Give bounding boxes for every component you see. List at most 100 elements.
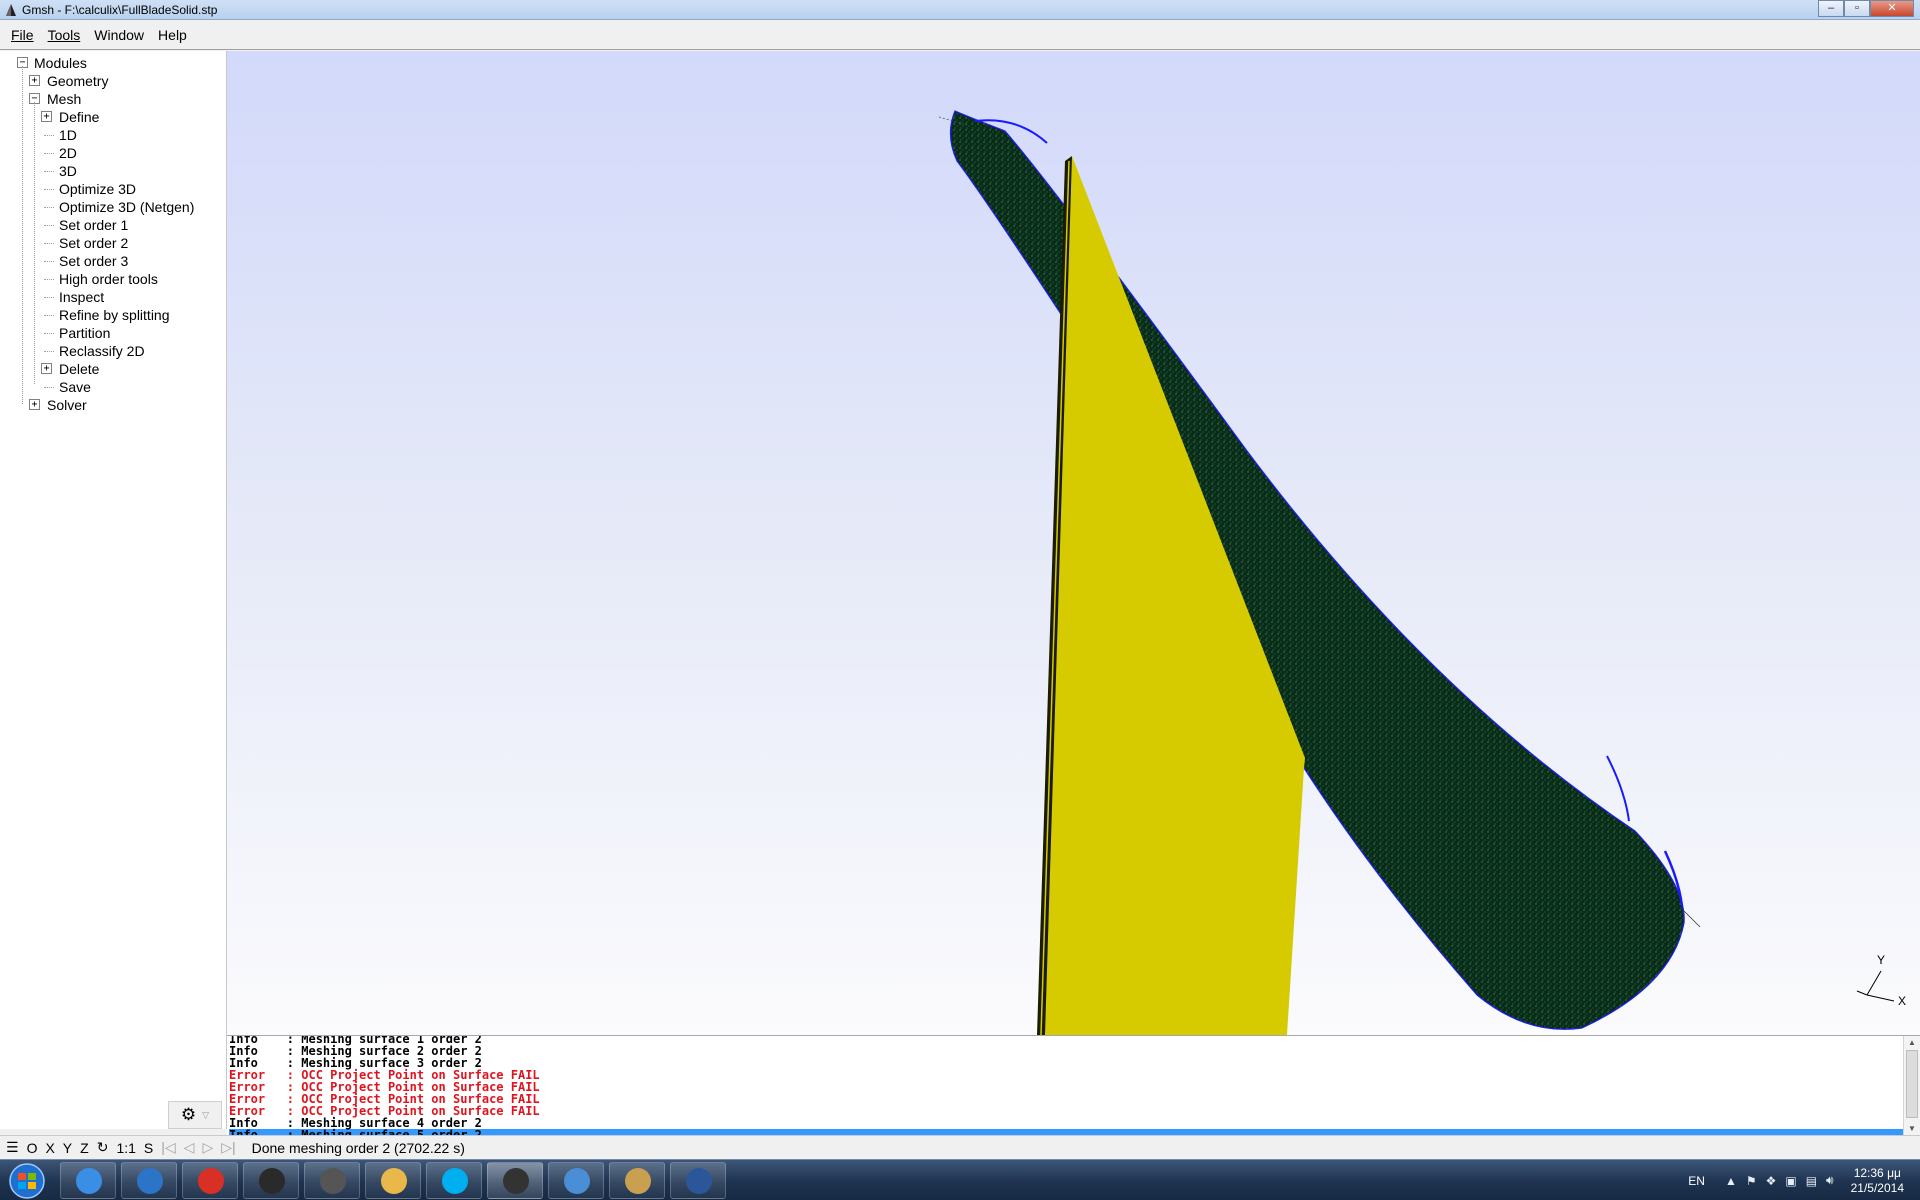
view-o-button[interactable]: O: [25, 1140, 40, 1156]
google-earth-icon: [137, 1168, 163, 1194]
taskbar-archimedes-button[interactable]: [243, 1162, 299, 1199]
chrome-icon: [198, 1168, 224, 1194]
tree-item-label: 2D: [59, 145, 77, 161]
tree-item-label: Define: [59, 109, 100, 125]
close-button[interactable]: ✕: [1870, 0, 1914, 17]
taskbar: EN ▲ ⚑ ❖ ▣ ▤ 🔊︎ 12:36 μμ 21/5/2014: [0, 1159, 1920, 1200]
minimize-button[interactable]: –: [1818, 0, 1844, 17]
tray-expand-icon[interactable]: ▲: [1725, 1174, 1737, 1188]
first-step-button[interactable]: |◁: [159, 1139, 177, 1156]
tree-item-label: Set order 2: [59, 235, 129, 251]
menu-window[interactable]: Window: [87, 27, 151, 43]
clock[interactable]: 12:36 μμ 21/5/2014: [1851, 1166, 1904, 1196]
chevron-down-icon: ▽: [202, 1109, 210, 1120]
console-info-line[interactable]: Info : Meshing surface 2 order 2: [229, 1045, 1909, 1057]
console-info-line[interactable]: Info : Meshing surface 3 order 2: [229, 1057, 1909, 1069]
window-title: Gmsh - F:\calculix\FullBladeSolid.stp: [22, 3, 218, 17]
taskbar-google-earth-button[interactable]: [121, 1162, 177, 1199]
tree-connector: [44, 351, 54, 352]
message-console[interactable]: Info : Meshing surface 5 order 2 Info : M…: [227, 1035, 1920, 1135]
tree-item-label: Set order 1: [59, 217, 129, 233]
dropbox-icon[interactable]: ❖: [1766, 1174, 1777, 1188]
blade-render: Y X: [938, 110, 1906, 1035]
axis-x-label: X: [1898, 994, 1906, 1008]
tree-item-label: Partition: [59, 325, 111, 341]
tree-item-label: Inspect: [59, 289, 105, 305]
tree-item-modules[interactable]: − Modules: [0, 54, 226, 72]
console-info-line[interactable]: Info : Meshing surface 1 order 2: [229, 1036, 1909, 1045]
expand-icon[interactable]: +: [41, 363, 52, 374]
taskbar-skype-button[interactable]: [426, 1162, 482, 1199]
view-y-button[interactable]: Y: [61, 1140, 74, 1156]
console-info-line[interactable]: Info : Meshing surface 4 order 2: [229, 1117, 1909, 1129]
tree-item-label: Set order 3: [59, 253, 129, 269]
expand-icon[interactable]: +: [29, 399, 40, 410]
flag-icon[interactable]: ⚑: [1746, 1174, 1757, 1188]
taskbar-explorer-globe-button[interactable]: [60, 1162, 116, 1199]
tree-item-label: Mesh: [47, 91, 82, 107]
paint-icon: [625, 1168, 651, 1194]
language-indicator[interactable]: EN: [1688, 1174, 1705, 1188]
console-error-line[interactable]: Error : OCC Project Point on Surface FAI…: [229, 1105, 1909, 1117]
menu-file[interactable]: File: [4, 27, 41, 43]
archimedes-icon: [259, 1168, 285, 1194]
tree-connector: [44, 189, 54, 190]
taskbar-gmsh-button[interactable]: [487, 1162, 543, 1199]
tree-item-label: Modules: [34, 55, 87, 71]
volume-icon[interactable]: 🔊︎: [1826, 1173, 1834, 1188]
console-error-line[interactable]: Error : OCC Project Point on Surface FAI…: [229, 1081, 1909, 1093]
console-error-line[interactable]: Error : OCC Project Point on Surface FAI…: [229, 1069, 1909, 1081]
taskbar-word-button[interactable]: [670, 1162, 726, 1199]
tree-item-label: Save: [59, 379, 91, 395]
expand-icon[interactable]: +: [41, 111, 52, 122]
menu-help[interactable]: Help: [151, 27, 194, 43]
network-icon[interactable]: ▤: [1806, 1174, 1817, 1188]
taskbar-chrome-button[interactable]: [182, 1162, 238, 1199]
console-error-line[interactable]: Error : OCC Project Point on Surface FAI…: [229, 1093, 1909, 1105]
graphic-viewport[interactable]: Y X: [227, 51, 1920, 1035]
gmsh-icon: [503, 1168, 529, 1194]
tree-connector: [44, 153, 54, 154]
tree-item-label: 1D: [59, 127, 77, 143]
tree-connector: [44, 297, 54, 298]
axes-triad: Y X: [1856, 953, 1906, 1008]
next-step-button[interactable]: ▷: [200, 1139, 215, 1156]
rotate-icon[interactable]: ↻: [95, 1139, 111, 1156]
tree-connector: [44, 387, 54, 388]
menu-tools[interactable]: Tools: [41, 27, 88, 43]
taskbar-sphere-button[interactable]: [304, 1162, 360, 1199]
view-z-button[interactable]: Z: [78, 1140, 91, 1156]
tree-item-solver[interactable]: + Solver: [0, 396, 226, 414]
file-explorer-icon: [381, 1168, 407, 1194]
scale-button[interactable]: 1:1: [114, 1140, 137, 1156]
tree-item-geometry[interactable]: + Geometry: [0, 72, 226, 90]
tree-connector: [44, 135, 54, 136]
tree-item-label: Delete: [59, 361, 100, 377]
tree-connector: [44, 279, 54, 280]
photo-viewer-icon: [564, 1168, 590, 1194]
explorer-globe-icon: [76, 1168, 102, 1194]
tree-guide: [34, 102, 35, 384]
tree-connector: [44, 243, 54, 244]
gmsh-app-icon: [6, 4, 16, 16]
tree-item-label: Optimize 3D: [59, 181, 137, 197]
taskbar-photo-viewer-button[interactable]: [548, 1162, 604, 1199]
taskbar-file-explorer-button[interactable]: [365, 1162, 421, 1199]
start-button[interactable]: [4, 1162, 50, 1200]
view-x-button[interactable]: X: [43, 1140, 56, 1156]
maximize-button[interactable]: ▫: [1844, 0, 1870, 17]
window-controls: – ▫ ✕: [1818, 0, 1914, 17]
menu-toggle-button[interactable]: ☰: [4, 1139, 21, 1156]
tree-item-label: Geometry: [47, 73, 109, 89]
tree-connector: [44, 171, 54, 172]
prev-step-button[interactable]: ◁: [182, 1139, 197, 1156]
safely-remove-icon[interactable]: ▣: [1785, 1174, 1796, 1188]
expand-icon[interactable]: +: [29, 75, 40, 86]
taskbar-paint-button[interactable]: [609, 1162, 665, 1199]
tree-item-label: 3D: [59, 163, 77, 179]
last-step-button[interactable]: ▷|: [219, 1139, 237, 1156]
console-scrollbar[interactable]: ▲ ▼: [1903, 1036, 1920, 1135]
message-options-button[interactable]: ⚙ ▽: [168, 1101, 222, 1129]
select-s-button[interactable]: S: [142, 1140, 155, 1156]
tree-item-label: Optimize 3D (Netgen): [59, 199, 195, 215]
